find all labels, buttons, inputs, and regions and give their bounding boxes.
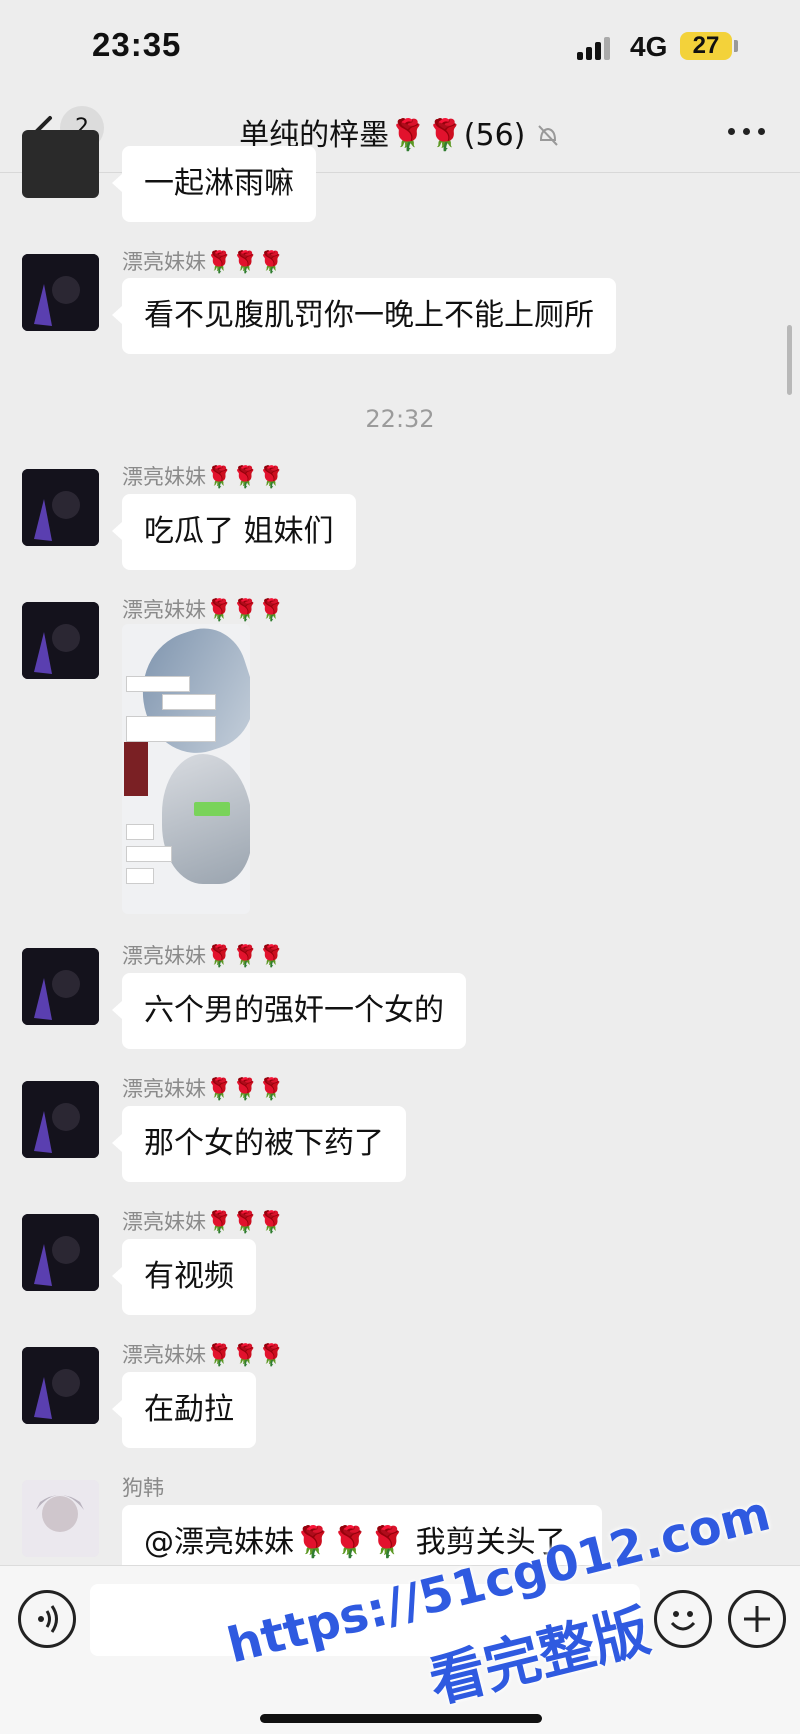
avatar-image — [22, 469, 99, 546]
message-bubble: 那个女的被下药了 — [112, 1106, 406, 1182]
more-functions-button[interactable] — [728, 1590, 786, 1648]
network-label: 4G — [630, 31, 668, 62]
mute-bell-icon — [538, 125, 558, 146]
battery-tip — [734, 40, 738, 52]
scrollbar[interactable] — [787, 325, 792, 395]
sender-name: 漂亮妹妹🌹🌹🌹 — [122, 465, 285, 489]
avatar[interactable] — [22, 130, 99, 198]
sender-name: 狗韩 — [122, 1476, 164, 1500]
screenshot-card — [126, 868, 154, 884]
screenshot-card — [126, 716, 216, 742]
screenshot-card — [126, 846, 172, 862]
sender-name: 漂亮妹妹🌹🌹🌹 — [122, 598, 285, 622]
status-time: 23:35 — [92, 26, 182, 63]
avatar[interactable] — [22, 1081, 99, 1158]
voice-icon — [38, 1605, 58, 1633]
plus-icon — [744, 1606, 770, 1632]
avatar[interactable] — [22, 1480, 99, 1557]
battery-icon: 27 — [680, 32, 732, 60]
chat-title: 单纯的梓墨🌹🌹(56) — [0, 110, 800, 154]
avatar-image — [22, 1081, 99, 1158]
chat-header: 2 单纯的梓墨🌹🌹(56) — [0, 98, 800, 173]
more-options-button[interactable] — [728, 128, 768, 138]
sender-name: 漂亮妹妹🌹🌹🌹 — [122, 944, 285, 968]
avatar-image — [22, 1480, 99, 1557]
sender-name: 漂亮妹妹🌹🌹🌹 — [122, 250, 285, 274]
timestamp: 22:32 — [365, 405, 435, 433]
butterfly-wing-graphic — [162, 754, 250, 884]
message-bubble: 六个男的强奸一个女的 — [112, 973, 466, 1049]
message-bubble: 一起淋雨嘛 — [112, 146, 316, 222]
avatar-image — [22, 602, 99, 679]
emoji-icon — [670, 1611, 696, 1631]
voice-input-button[interactable] — [18, 1590, 76, 1648]
avatar[interactable] — [22, 948, 99, 1025]
screenshot-card — [162, 694, 216, 710]
message-bubble: 看不见腹肌罚你一晚上不能上厕所 — [112, 278, 616, 354]
screenshot-card — [126, 676, 190, 692]
green-reply-chip — [194, 802, 230, 816]
message-bubble: 有视频 — [112, 1239, 256, 1315]
avatar[interactable] — [22, 469, 99, 546]
sender-name: 漂亮妹妹🌹🌹🌹 — [122, 1077, 285, 1101]
avatar[interactable] — [22, 602, 99, 679]
avatar[interactable] — [22, 1347, 99, 1424]
avatar-image — [22, 948, 99, 1025]
emoji-button[interactable] — [654, 1590, 712, 1648]
image-message[interactable] — [122, 624, 250, 914]
avatar[interactable] — [22, 1214, 99, 1291]
sender-name: 漂亮妹妹🌹🌹🌹 — [122, 1343, 285, 1367]
message-bubble: 在勐拉 — [112, 1372, 256, 1448]
avatar-image — [22, 1347, 99, 1424]
signal-icon — [577, 34, 621, 60]
avatar-image — [22, 1214, 99, 1291]
status-bar: 23:35 4G 27 — [0, 0, 800, 98]
photo-thumbnail — [124, 742, 148, 796]
sender-name: 漂亮妹妹🌹🌹🌹 — [122, 1210, 285, 1234]
avatar[interactable] — [22, 254, 99, 331]
screenshot-card — [126, 824, 154, 840]
avatar-image — [22, 254, 99, 331]
message-bubble: 吃瓜了 姐妹们 — [112, 494, 356, 570]
home-indicator[interactable] — [260, 1714, 542, 1723]
